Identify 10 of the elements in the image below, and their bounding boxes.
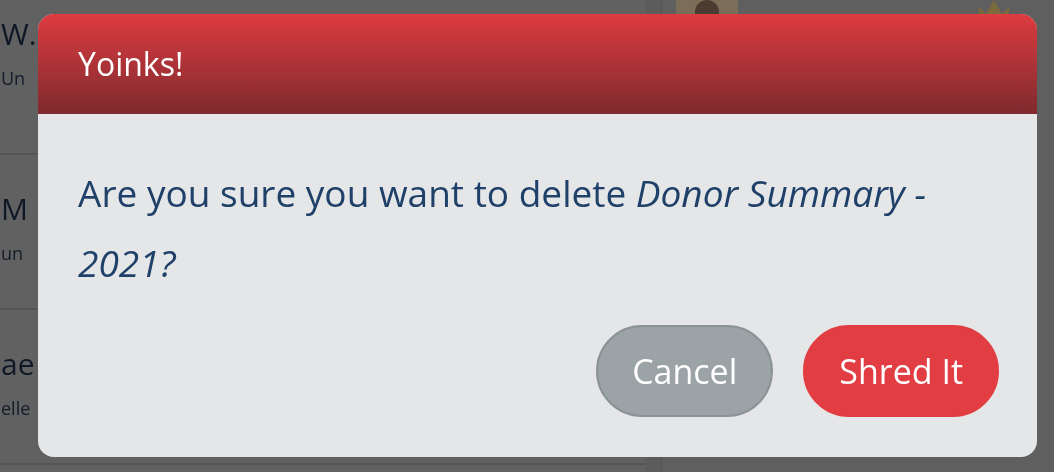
cancel-button[interactable]: Cancel xyxy=(596,325,774,417)
dialog-message: Are you sure you want to delete Donor Summary - 2021? xyxy=(78,166,927,290)
dialog-title: Yoinks! xyxy=(78,41,184,87)
item-subtitle: elle xyxy=(1,395,31,422)
item-subtitle: un xyxy=(1,240,24,267)
shred-button[interactable]: Shred It xyxy=(803,325,999,417)
item-title: M xyxy=(1,189,28,229)
item-title: W. xyxy=(1,14,37,54)
item-title: ae xyxy=(1,344,35,384)
item-subtitle: Un xyxy=(1,65,26,92)
